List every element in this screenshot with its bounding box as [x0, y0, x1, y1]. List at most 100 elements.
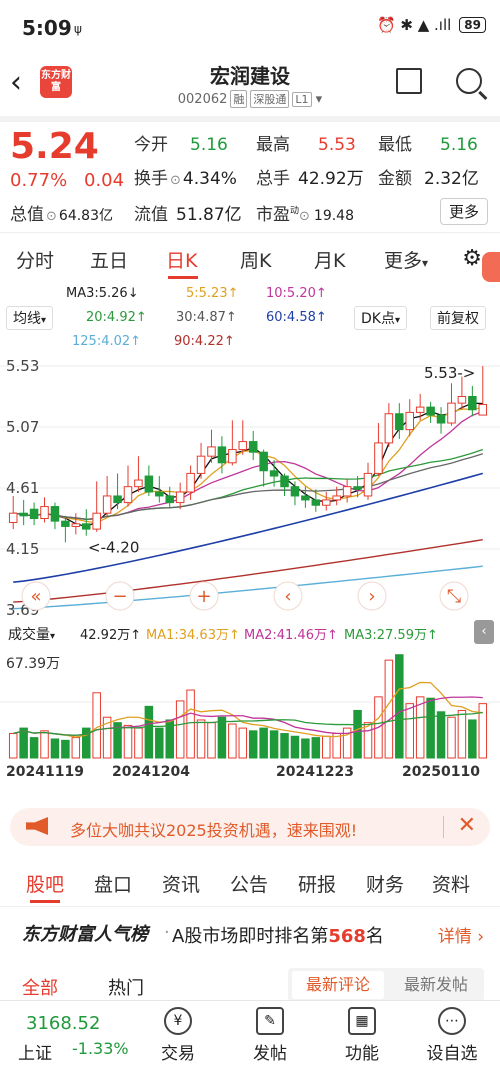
ma3-label: MA3:5.26↓ [66, 286, 139, 301]
volume-bar [269, 730, 279, 759]
rank-detail-link[interactable]: 详情 › [438, 922, 484, 947]
sort-latest-comment[interactable]: 最新评论 [292, 971, 384, 999]
status-bar: 5:09 ψ ⏰ ✱ ▲ .ıll 89 [0, 0, 500, 56]
tab-announcements[interactable]: 公告 [230, 870, 268, 897]
candle-body [71, 523, 81, 527]
more-stats-button[interactable]: 更多 [439, 198, 488, 225]
candle-body [238, 441, 248, 451]
volume-chart[interactable]: 67.39万 [0, 646, 500, 762]
volume-bar [19, 727, 28, 759]
candle-body [123, 486, 133, 504]
candle-body [82, 523, 91, 530]
volume-selector[interactable]: 成交量▾ [8, 624, 55, 644]
candle-body [478, 403, 488, 416]
tab-daily-k[interactable]: 日K [166, 246, 197, 273]
tab-all-posts[interactable]: 全部 [22, 974, 58, 1000]
ma20-label: 20:4.92↑ [86, 310, 147, 325]
candle-body [29, 508, 39, 520]
tab-pankou[interactable]: 盘口 [94, 870, 132, 897]
candle-body [40, 506, 49, 519]
adjust-selector[interactable]: 前复权 [430, 306, 486, 330]
divider [0, 232, 500, 233]
volume-legend: 成交量▾ 42.92万↑ MA1:34.63万↑ MA2:41.46万↑ MA3… [0, 620, 500, 646]
crosshair-icon: + [196, 586, 211, 607]
more-dots-icon: ⋯ [438, 1007, 466, 1035]
candle-body [186, 472, 195, 493]
side-drawer-handle[interactable] [482, 252, 500, 282]
collapse-icon[interactable]: ‹ [474, 620, 494, 644]
tab-research[interactable]: 研报 [298, 870, 336, 897]
candle-body [228, 449, 237, 464]
dk-point-selector[interactable]: DK点▾ [354, 306, 407, 330]
high-stat: 最高 5.53 [256, 135, 356, 155]
volume-bar [186, 689, 195, 759]
rank-brand: 东方财富人气榜 [22, 924, 148, 945]
yen-icon: ¥ [164, 1007, 192, 1035]
search-icon[interactable] [456, 68, 482, 94]
candle-body [269, 470, 279, 477]
megaphone-icon [26, 817, 48, 835]
volume-bar [405, 703, 414, 759]
gear-icon[interactable]: ⚙ [462, 246, 482, 271]
candle-body [144, 475, 154, 493]
candle-body [155, 491, 164, 497]
functions-button[interactable]: ▦ 功能 [332, 1007, 392, 1064]
tab-more[interactable]: 更多▾ [384, 246, 428, 273]
change-percent: 0.77% [10, 170, 68, 191]
volume-max-label: 67.39万 [6, 656, 60, 672]
volume-bar [40, 730, 49, 759]
trade-button[interactable]: ¥ 交易 [148, 1007, 208, 1064]
volume-bar [50, 738, 60, 759]
volume-bar [259, 727, 268, 759]
volume-bar [436, 711, 446, 759]
tab-finance[interactable]: 财务 [366, 870, 404, 897]
volume-bar [301, 738, 310, 759]
volume-bar [71, 737, 81, 759]
candle-body [113, 495, 122, 504]
share-icon[interactable] [396, 68, 422, 94]
add-watchlist-button[interactable]: ⋯ 设自选 [422, 1007, 482, 1064]
volume-bar [228, 723, 237, 759]
index-value[interactable]: 3168.52 [26, 1013, 100, 1034]
active-tab-underline [168, 276, 198, 279]
candle-body [92, 512, 101, 530]
tab-guba[interactable]: 股吧 [26, 870, 64, 897]
tag-margin: 融 [230, 90, 248, 108]
post-button[interactable]: ✎ 发帖 [240, 1007, 300, 1064]
tab-news[interactable]: 资讯 [162, 870, 200, 897]
tab-weekly-k[interactable]: 周K [240, 246, 271, 273]
kline-chart[interactable]: 5.535.074.614.153.695.53-><-4.20 «− + ‹ › ⤡ [0, 352, 500, 620]
candle-body [280, 475, 289, 488]
mktcap-stat: 总值 ⊙ 64.83亿 [10, 205, 113, 225]
tab-profile[interactable]: 资料 [432, 870, 470, 897]
volume-bar [175, 700, 185, 759]
popularity-rank[interactable]: 东方财富人气榜 · A股市场即时排名第568名 详情 › [0, 912, 500, 952]
stock-header: ‹ 东方财富 宏润建设 002062 融深股通 L1 ▾ [0, 56, 500, 116]
edit-icon: ✎ [256, 1007, 284, 1035]
candle-body [259, 451, 268, 472]
volume-bar [290, 735, 300, 759]
volume-bar [144, 705, 154, 759]
volume-bar [134, 727, 143, 759]
sort-latest-post[interactable]: 最新发帖 [392, 971, 480, 999]
tab-intraday[interactable]: 分时 [16, 246, 54, 273]
candle-body [134, 479, 143, 488]
candle-body [50, 506, 60, 522]
ma-selector[interactable]: 均线▾ [6, 306, 54, 330]
tab-hot-posts[interactable]: 热门 [108, 974, 144, 1000]
battery-icon: 89 [459, 17, 486, 33]
volume-bar [207, 722, 216, 759]
tab-five-day[interactable]: 五日 [90, 246, 128, 273]
candle-body [19, 512, 28, 517]
close-icon[interactable]: ✕ [458, 813, 476, 838]
volume-bar [332, 733, 341, 759]
divider [0, 906, 500, 907]
volume-bar [8, 733, 18, 759]
y-axis-label: 4.61 [6, 479, 39, 497]
y-axis-label: 5.07 [6, 418, 39, 436]
volume-bar [363, 722, 373, 759]
bottom-toolbar: 3168.52 上证 -1.33% ¥ 交易 ✎ 发帖 ▦ 功能 ⋯ 设自选 [0, 1000, 500, 1079]
tab-monthly-k[interactable]: 月K [314, 246, 345, 273]
volume-bar [61, 739, 70, 759]
promo-banner[interactable]: 多位大咖共议2025投资机遇，速来围观! ✕ [10, 808, 490, 846]
